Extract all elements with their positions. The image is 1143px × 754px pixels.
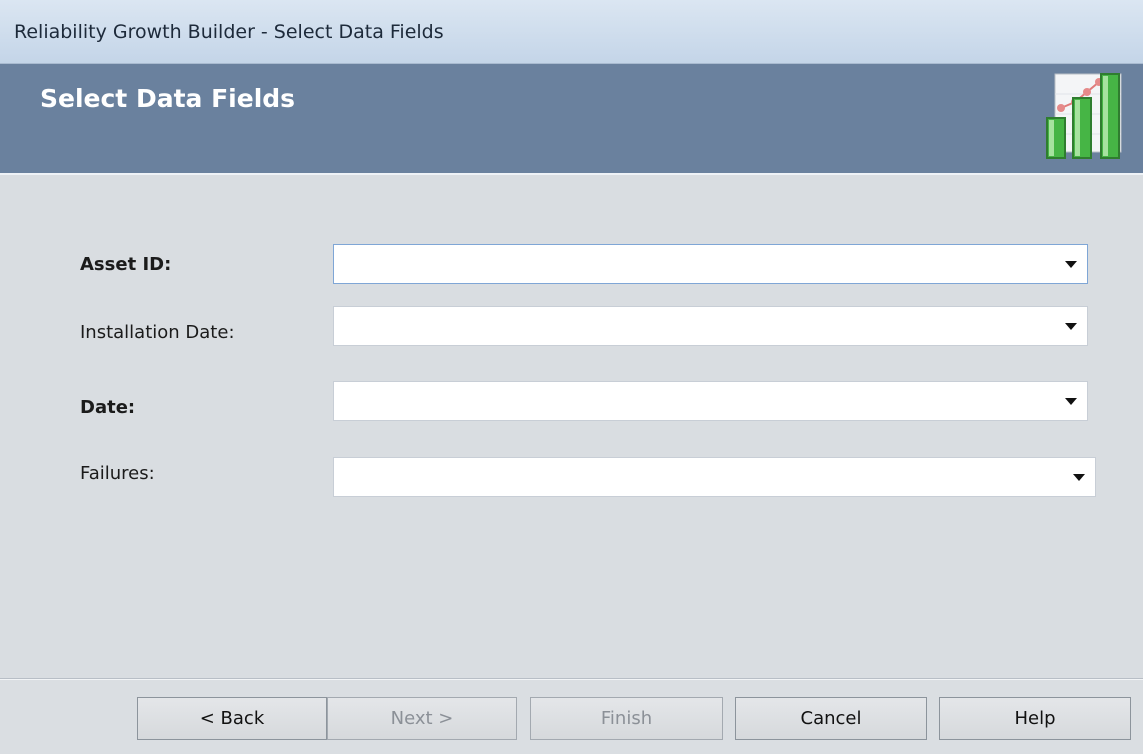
installation-date-dropdown[interactable]: [333, 306, 1088, 346]
help-button[interactable]: Help: [939, 697, 1131, 740]
header-band: Select Data Fields: [0, 64, 1143, 175]
failures-label: Failures:: [80, 463, 155, 484]
window-title: Reliability Growth Builder - Select Data…: [14, 21, 444, 43]
chevron-down-icon[interactable]: [1065, 261, 1077, 268]
chevron-down-icon[interactable]: [1073, 474, 1085, 481]
back-button[interactable]: < Back: [137, 697, 327, 740]
cancel-button[interactable]: Cancel: [735, 697, 927, 740]
failures-dropdown[interactable]: [333, 457, 1096, 497]
finish-button[interactable]: Finish: [530, 697, 723, 740]
wizard-window: Reliability Growth Builder - Select Data…: [0, 0, 1143, 754]
field-mapping-panel: Asset ID: Installation Date: Date: Failu…: [0, 175, 1143, 678]
reliability-growth-chart-icon: [1046, 73, 1122, 159]
date-dropdown[interactable]: [333, 381, 1088, 421]
date-label: Date:: [80, 397, 136, 418]
next-button[interactable]: Next >: [327, 697, 517, 740]
wizard-footer: < Back Next > Finish Cancel Help: [0, 680, 1143, 754]
page-title: Select Data Fields: [40, 84, 296, 113]
chevron-down-icon[interactable]: [1065, 323, 1077, 330]
asset-id-label: Asset ID:: [80, 254, 172, 275]
title-bar[interactable]: Reliability Growth Builder - Select Data…: [0, 0, 1143, 64]
installation-date-label: Installation Date:: [80, 322, 235, 343]
asset-id-dropdown[interactable]: [333, 244, 1088, 284]
chevron-down-icon[interactable]: [1065, 398, 1077, 405]
